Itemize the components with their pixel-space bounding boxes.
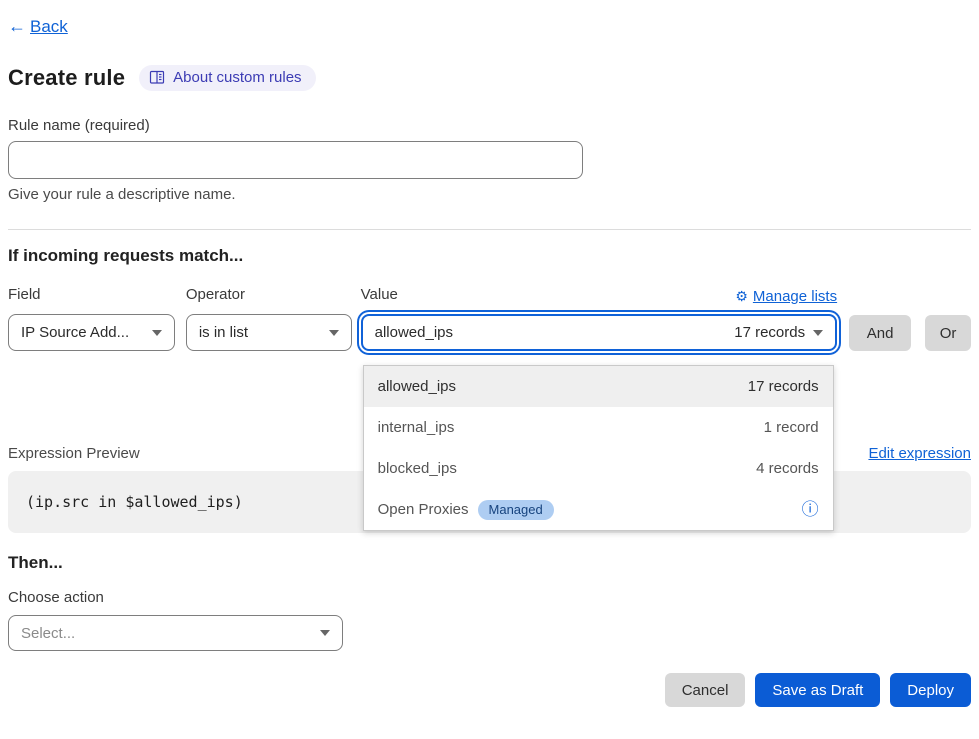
expression-preview-label: Expression Preview <box>8 445 140 462</box>
field-select[interactable]: IP Source Add... <box>8 314 175 351</box>
list-item-records: 1 record <box>764 419 819 436</box>
list-item-allowed-ips[interactable]: allowed_ips 17 records <box>364 366 833 407</box>
value-select-value: allowed_ips <box>375 324 453 341</box>
gear-icon: ⚙ <box>735 288 748 305</box>
list-item-blocked-ips[interactable]: blocked_ips 4 records <box>364 448 833 489</box>
list-item-name: blocked_ips <box>378 460 457 477</box>
save-as-draft-button[interactable]: Save as Draft <box>755 673 880 707</box>
book-icon <box>149 70 165 85</box>
chevron-down-icon <box>813 330 823 336</box>
about-custom-rules-link[interactable]: About custom rules <box>139 65 315 91</box>
condition-row: Field IP Source Add... Operator is in li… <box>8 286 971 351</box>
operator-select-value: is in list <box>199 324 248 341</box>
then-section-heading: Then... <box>8 553 971 573</box>
cancel-button[interactable]: Cancel <box>665 673 746 707</box>
chevron-down-icon <box>329 330 339 336</box>
operator-column: Operator is in list <box>186 286 352 351</box>
list-dropdown: allowed_ips 17 records internal_ips 1 re… <box>363 365 834 531</box>
value-column: Value ⚙ Manage lists allowed_ips 17 reco… <box>361 286 837 351</box>
rule-name-helper: Give your rule a descriptive name. <box>8 186 971 203</box>
or-button[interactable]: Or <box>925 315 971 351</box>
chevron-down-icon <box>152 330 162 336</box>
edit-expression-link[interactable]: Edit expression <box>868 445 971 462</box>
page-title: Create rule <box>8 65 125 91</box>
list-item-name: internal_ips <box>378 419 455 436</box>
value-select-records: 17 records <box>734 324 805 341</box>
create-rule-page: ←Back Create rule About custom rules Rul… <box>0 0 979 707</box>
back-arrow-icon: ← <box>8 16 26 37</box>
and-button[interactable]: And <box>849 315 911 351</box>
value-select[interactable]: allowed_ips 17 records <box>361 314 837 351</box>
value-label-row: Value ⚙ Manage lists <box>361 286 837 306</box>
header-row: Create rule About custom rules <box>8 65 971 91</box>
list-item-records: 17 records <box>748 378 819 395</box>
back-link-label: Back <box>30 17 68 37</box>
manage-lists-label: Manage lists <box>753 288 837 305</box>
info-icon[interactable]: ⓘ <box>802 501 819 518</box>
match-section-heading: If incoming requests match... <box>8 246 971 266</box>
list-item-internal-ips[interactable]: internal_ips 1 record <box>364 407 833 448</box>
expression-code: (ip.src in $allowed_ips) <box>26 493 243 511</box>
rule-name-label: Rule name (required) <box>8 117 971 134</box>
manage-lists-link[interactable]: ⚙ Manage lists <box>735 288 837 305</box>
field-label: Field <box>8 286 175 306</box>
about-custom-rules-label: About custom rules <box>173 69 301 86</box>
list-item-name: Open Proxies <box>378 501 469 518</box>
field-column: Field IP Source Add... <box>8 286 175 351</box>
managed-badge: Managed <box>478 500 554 520</box>
chevron-down-icon <box>320 630 330 636</box>
operator-select[interactable]: is in list <box>186 314 352 351</box>
back-link[interactable]: ←Back <box>8 16 68 37</box>
action-select-placeholder: Select... <box>21 625 75 642</box>
field-select-value: IP Source Add... <box>21 324 129 341</box>
action-select[interactable]: Select... <box>8 615 343 651</box>
choose-action-label: Choose action <box>8 589 971 606</box>
list-item-records: 4 records <box>756 460 819 477</box>
section-divider <box>8 229 971 230</box>
operator-label: Operator <box>186 286 352 306</box>
deploy-button[interactable]: Deploy <box>890 673 971 707</box>
list-item-open-proxies[interactable]: Open Proxies Managed ⓘ <box>364 489 833 530</box>
footer-actions: Cancel Save as Draft Deploy <box>8 673 971 707</box>
value-label: Value <box>361 286 398 306</box>
rule-name-input[interactable] <box>8 141 583 179</box>
list-item-name: allowed_ips <box>378 378 456 395</box>
